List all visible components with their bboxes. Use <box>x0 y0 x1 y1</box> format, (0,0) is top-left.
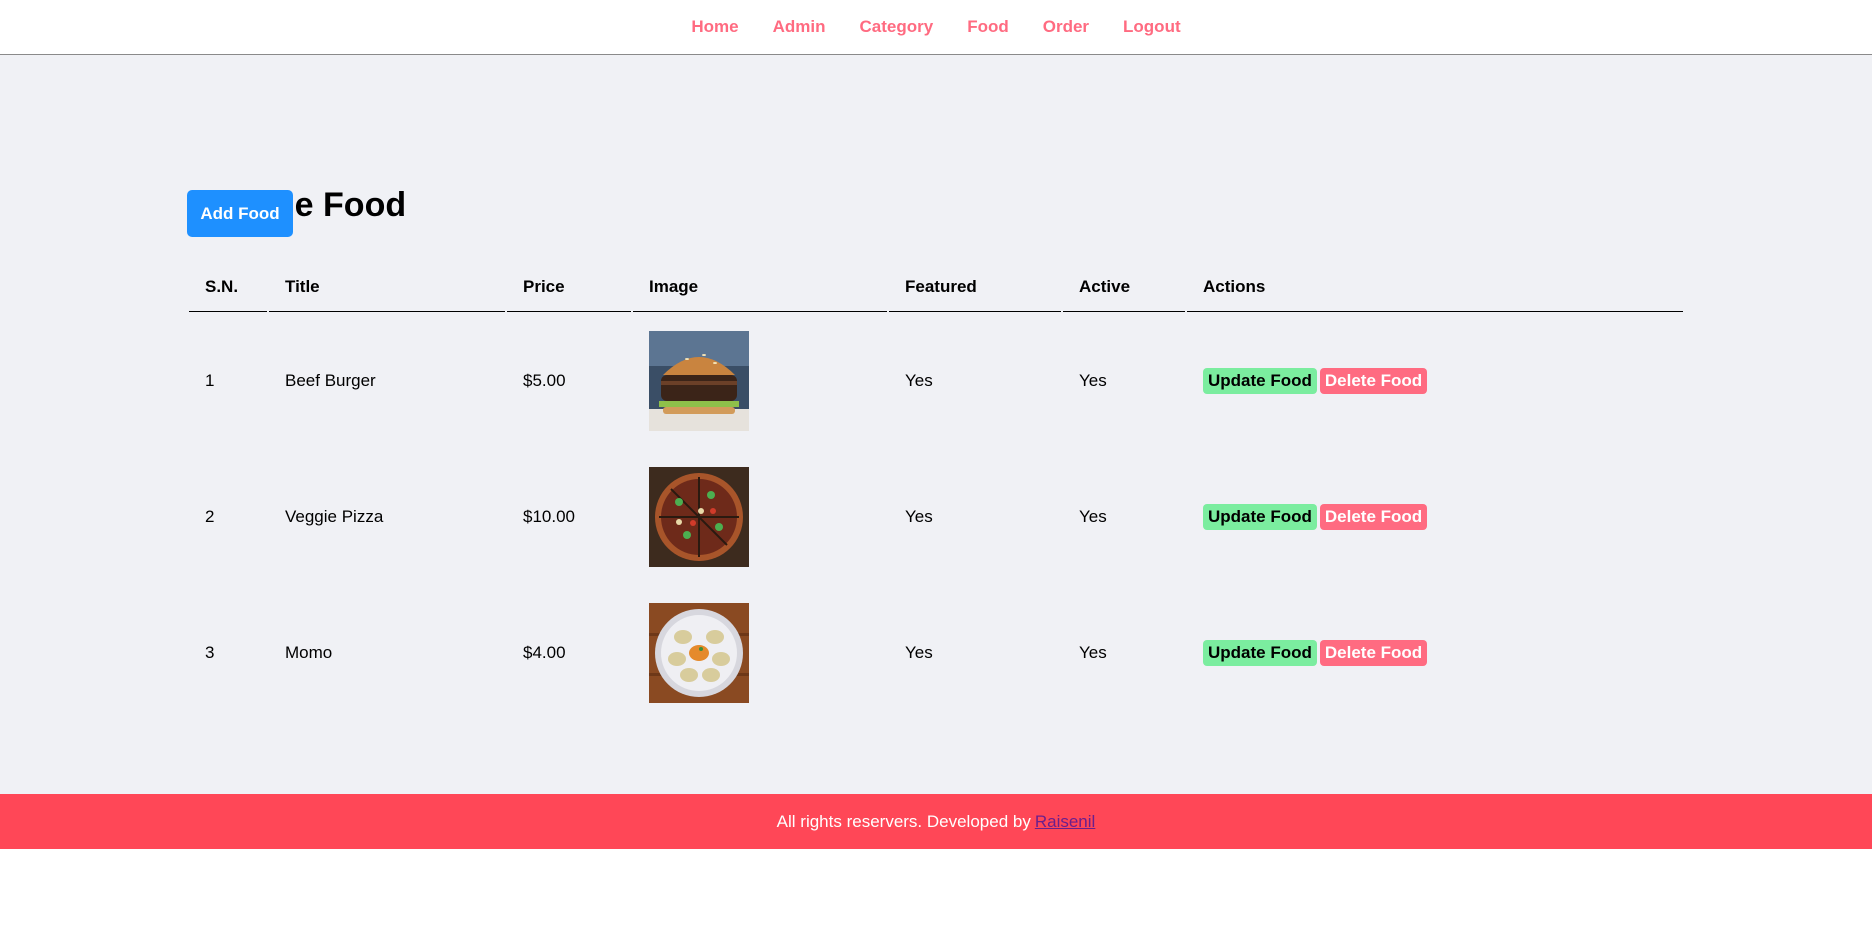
table-row: 3 Momo $4.00 Yes Yes Update Food Delete … <box>189 586 1683 720</box>
header-title: Title <box>269 263 505 312</box>
momo-image <box>649 603 749 703</box>
table-row: 2 Veggie Pizza $10.00 Yes Yes Update Foo… <box>189 450 1683 584</box>
cell-active: Yes <box>1079 507 1107 526</box>
update-food-button[interactable]: Update Food <box>1203 504 1317 530</box>
update-food-button[interactable]: Update Food <box>1203 640 1317 666</box>
header-image: Image <box>633 263 887 312</box>
cell-title: Beef Burger <box>285 371 376 390</box>
burger-image <box>649 331 749 431</box>
delete-food-button[interactable]: Delete Food <box>1319 368 1428 394</box>
nav-category[interactable]: Category <box>860 17 934 37</box>
delete-food-button[interactable]: Delete Food <box>1319 640 1428 666</box>
pizza-image <box>649 467 749 567</box>
header-price: Price <box>507 263 631 312</box>
update-food-button[interactable]: Update Food <box>1203 368 1317 394</box>
food-table: S.N. Title Price Image Featured Active A… <box>187 261 1685 722</box>
footer-developer-link[interactable]: Raisenil <box>1035 812 1095 832</box>
table-header-row: S.N. Title Price Image Featured Active A… <box>189 263 1683 312</box>
nav-logout[interactable]: Logout <box>1123 17 1181 37</box>
header-featured: Featured <box>889 263 1061 312</box>
cell-title: Momo <box>285 643 333 662</box>
nav-order[interactable]: Order <box>1043 17 1089 37</box>
header-active: Active <box>1063 263 1185 312</box>
cell-title: Veggie Pizza <box>285 507 384 526</box>
nav-food[interactable]: Food <box>967 17 1009 37</box>
footer-text: All rights reservers. Developed by <box>776 811 1031 831</box>
cell-image <box>633 314 887 448</box>
cell-featured: Yes <box>905 643 933 662</box>
cell-price: $10.00 <box>523 507 575 526</box>
table-row: 1 Beef Burger $5.00 Yes Yes Update Food … <box>189 314 1683 448</box>
delete-food-button[interactable]: Delete Food <box>1319 504 1428 530</box>
cell-active: Yes <box>1079 371 1107 390</box>
top-nav: Home Admin Category Food Order Logout <box>0 0 1872 55</box>
cell-sn: 2 <box>205 507 215 526</box>
cell-image <box>633 586 887 720</box>
header-sn: S.N. <box>189 263 267 312</box>
nav-home[interactable]: Home <box>691 17 738 37</box>
main-content: Manage Food Add Food S.N. Title Price Im… <box>0 55 1872 794</box>
cell-price: $4.00 <box>523 643 566 662</box>
footer: All rights reservers. Developed by Raise… <box>0 794 1872 849</box>
cell-featured: Yes <box>905 371 933 390</box>
cell-active: Yes <box>1079 643 1107 662</box>
cell-actions: Update Food Delete Food <box>1187 586 1683 720</box>
cell-image <box>633 450 887 584</box>
nav-admin[interactable]: Admin <box>773 17 826 37</box>
add-food-button[interactable]: Add Food <box>187 190 293 237</box>
cell-actions: Update Food Delete Food <box>1187 450 1683 584</box>
cell-price: $5.00 <box>523 371 566 390</box>
header-actions: Actions <box>1187 263 1683 312</box>
cell-featured: Yes <box>905 507 933 526</box>
cell-sn: 1 <box>205 371 215 390</box>
cell-actions: Update Food Delete Food <box>1187 314 1683 448</box>
cell-sn: 3 <box>205 643 215 662</box>
